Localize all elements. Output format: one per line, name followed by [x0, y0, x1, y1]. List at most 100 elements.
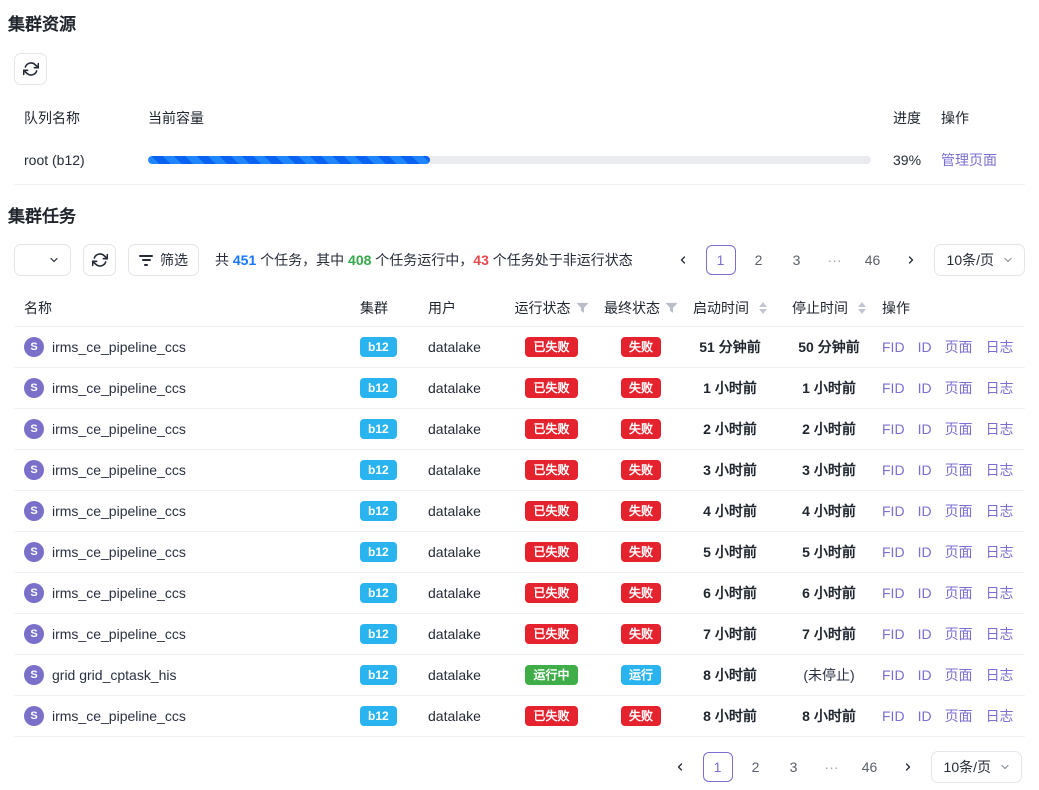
page-size-value: 10条/页	[944, 757, 991, 777]
final-status-tag: 失败	[621, 501, 661, 521]
start-time: 7 小时前	[684, 624, 776, 644]
row-actions: FID ID 页面 日志	[882, 378, 1025, 398]
prev-page-button[interactable]	[665, 752, 695, 782]
page-link[interactable]: 页面	[945, 706, 973, 726]
page-link[interactable]: 页面	[945, 542, 973, 562]
page-button[interactable]: 1	[703, 752, 733, 782]
fid-link[interactable]: FID	[882, 462, 905, 478]
sorter-icon[interactable]	[759, 302, 767, 314]
fid-link[interactable]: FID	[882, 626, 905, 642]
id-link[interactable]: ID	[918, 626, 932, 642]
page-link[interactable]: 页面	[945, 624, 973, 644]
user-name: datalake	[428, 421, 481, 437]
non-running-count: 43	[473, 252, 489, 268]
page-link[interactable]: 页面	[945, 378, 973, 398]
page-button[interactable]: 46	[855, 752, 885, 782]
log-link[interactable]: 日志	[986, 706, 1014, 726]
header-cell: 操作	[882, 298, 1025, 318]
page-size-select[interactable]: 10条/页	[934, 244, 1025, 276]
avatar-letter: S	[30, 670, 37, 681]
user-name: datalake	[428, 708, 481, 724]
avatar-letter: S	[30, 711, 37, 722]
task-name: irms_ce_pipeline_ccs	[52, 503, 186, 519]
log-link[interactable]: 日志	[986, 460, 1014, 480]
capacity-cell	[148, 156, 893, 164]
id-link[interactable]: ID	[918, 585, 932, 601]
avatar: S	[24, 665, 44, 685]
page-button[interactable]: 3	[779, 752, 809, 782]
page-link[interactable]: 页面	[945, 460, 973, 480]
chevron-down-icon	[1002, 254, 1014, 266]
cluster-tag: b12	[360, 706, 397, 726]
log-link[interactable]: 日志	[986, 501, 1014, 521]
final-status-tag: 失败	[621, 337, 661, 357]
refresh-tasks-button[interactable]	[83, 244, 116, 276]
log-link[interactable]: 日志	[986, 665, 1014, 685]
final-status-tag: 失败	[621, 542, 661, 562]
refresh-resources-button[interactable]	[14, 53, 47, 85]
avatar: S	[24, 378, 44, 398]
fid-link[interactable]: FID	[882, 421, 905, 437]
fid-link[interactable]: FID	[882, 544, 905, 560]
page-link[interactable]: 页面	[945, 501, 973, 521]
fid-link[interactable]: FID	[882, 380, 905, 396]
log-link[interactable]: 日志	[986, 583, 1014, 603]
resources-table: 队列名称 当前容量 进度 操作 root (b12) 39% 管理页面	[0, 101, 1039, 185]
page-button[interactable]: 3	[782, 245, 812, 275]
log-link[interactable]: 日志	[986, 624, 1014, 644]
id-link[interactable]: ID	[918, 708, 932, 724]
fid-link[interactable]: FID	[882, 708, 905, 724]
header-label: 操作	[882, 298, 910, 318]
prev-page-button[interactable]	[668, 245, 698, 275]
filter-funnel-icon[interactable]	[576, 302, 589, 314]
running-count: 408	[348, 252, 371, 268]
avatar: S	[24, 337, 44, 357]
page-link[interactable]: 页面	[945, 419, 973, 439]
page-button[interactable]: 1	[706, 245, 736, 275]
stop-time: 6 小时前	[776, 583, 882, 603]
header-label: 集群	[360, 298, 388, 318]
run-status-tag: 已失败	[525, 583, 577, 603]
page-link[interactable]: 页面	[945, 337, 973, 357]
run-status-tag: 已失败	[525, 624, 577, 644]
id-link[interactable]: ID	[918, 503, 932, 519]
tasks-summary: 共 451 个任务，其中 408 个任务运行中，43 个任务处于非运行状态	[215, 250, 633, 270]
id-link[interactable]: ID	[918, 462, 932, 478]
next-page-button[interactable]	[893, 752, 923, 782]
tasks-title: 集群任务	[8, 207, 1039, 227]
id-link[interactable]: ID	[918, 339, 932, 355]
fid-link[interactable]: FID	[882, 339, 905, 355]
refresh-icon	[23, 61, 39, 77]
page-button[interactable]: 2	[741, 752, 771, 782]
log-link[interactable]: 日志	[986, 542, 1014, 562]
fid-link[interactable]: FID	[882, 503, 905, 519]
id-link[interactable]: ID	[918, 667, 932, 683]
page-size-select[interactable]: 10条/页	[931, 751, 1022, 783]
column-settings-button[interactable]	[14, 244, 71, 276]
task-name: irms_ce_pipeline_ccs	[52, 462, 186, 478]
id-link[interactable]: ID	[918, 380, 932, 396]
filter-button[interactable]: 筛选	[128, 244, 199, 276]
page-button[interactable]: 46	[858, 245, 888, 275]
col-progress: 进度	[893, 108, 941, 128]
manage-page-link[interactable]: 管理页面	[941, 152, 997, 168]
log-link[interactable]: 日志	[986, 378, 1014, 398]
filter-funnel-icon[interactable]	[665, 302, 678, 314]
log-link[interactable]: 日志	[986, 337, 1014, 357]
page: 集群资源 队列名称 当前容量 进度 操作 root (b12) 39%	[0, 0, 1039, 783]
sorter-icon[interactable]	[858, 302, 866, 314]
stop-time: 4 小时前	[776, 501, 882, 521]
id-link[interactable]: ID	[918, 544, 932, 560]
fid-link[interactable]: FID	[882, 585, 905, 601]
task-name: irms_ce_pipeline_ccs	[52, 380, 186, 396]
page-link[interactable]: 页面	[945, 665, 973, 685]
log-link[interactable]: 日志	[986, 419, 1014, 439]
next-page-button[interactable]	[896, 245, 926, 275]
fid-link[interactable]: FID	[882, 667, 905, 683]
cluster-tag: b12	[360, 665, 397, 685]
id-link[interactable]: ID	[918, 421, 932, 437]
page-button[interactable]: 2	[744, 245, 774, 275]
page-link[interactable]: 页面	[945, 583, 973, 603]
final-status-tag: 失败	[621, 706, 661, 726]
grid-icon	[25, 252, 41, 268]
